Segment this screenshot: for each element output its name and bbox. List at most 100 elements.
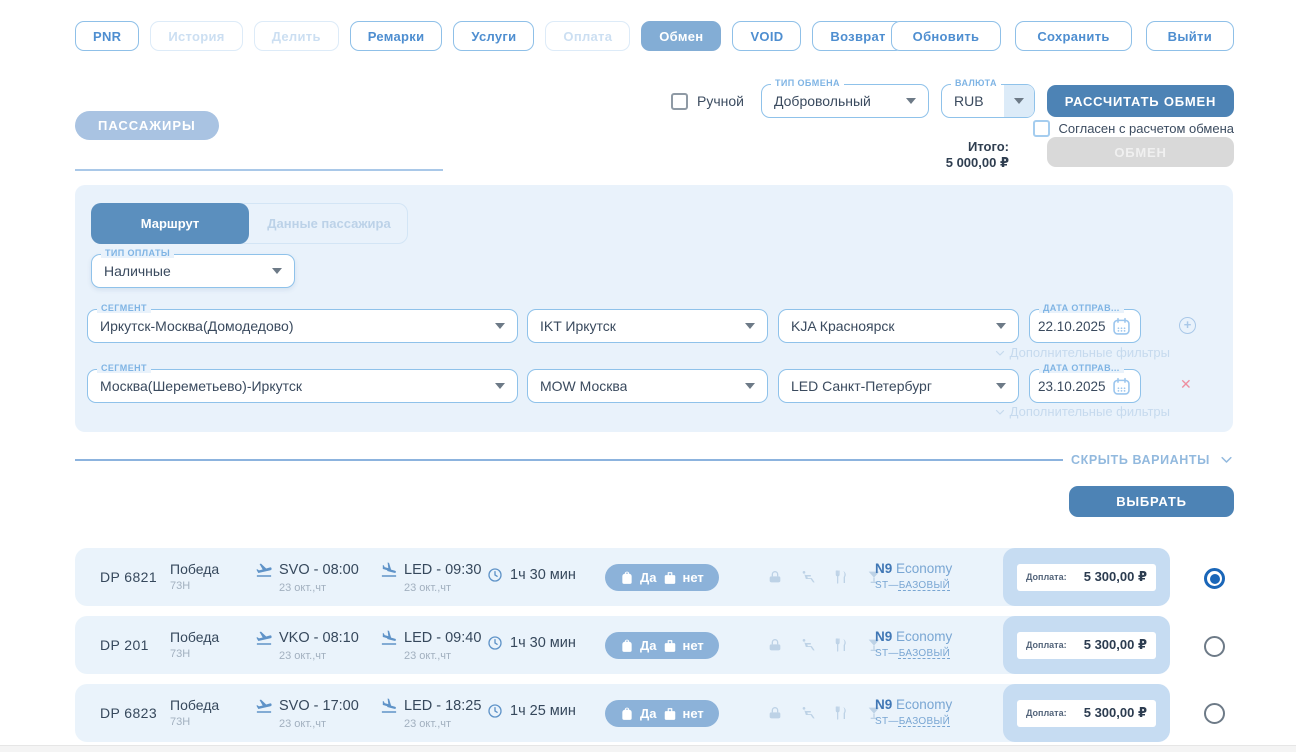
- calendar-icon[interactable]: [1111, 316, 1132, 337]
- booking-class: N9: [875, 697, 892, 712]
- class-block: N9 Economy ST—БАЗОВЫЙ: [875, 697, 952, 727]
- agree-group: Согласен с расчетом обмена: [1033, 120, 1234, 137]
- departure-info: SVO - 08:00: [279, 562, 359, 578]
- tab-route[interactable]: Маршрут: [91, 203, 249, 244]
- departure-block: VKO - 08:10 23 окт.,чт: [255, 629, 359, 662]
- agree-checkbox[interactable]: [1033, 120, 1050, 137]
- segment-2-filters-link[interactable]: Дополнительные фильтры: [75, 404, 1170, 419]
- total-row: Итого: 5 000,00 ₽ ОБМЕН: [946, 137, 1234, 171]
- segment-1-filters-link[interactable]: Дополнительные фильтры: [75, 345, 1170, 360]
- surcharge-label: Доплата:: [1026, 572, 1067, 582]
- departure-date: 23 окт.,чт: [279, 650, 359, 662]
- currency-label: ВАЛЮТА: [951, 78, 1001, 88]
- flight-row[interactable]: DP 6823 Победа 73H SVO - 17:00 23 окт.,ч…: [75, 684, 1170, 742]
- fare-link[interactable]: БАЗОВЫЙ: [899, 580, 950, 591]
- tab-split[interactable]: Делить: [254, 21, 339, 51]
- amenity-icons: [767, 705, 882, 721]
- baggage-no-label: нет: [683, 638, 704, 653]
- amenity-icons: [767, 569, 882, 585]
- airline-block: Победа 73H: [170, 629, 219, 660]
- calculate-exchange-button[interactable]: РАССЧИТАТЬ ОБМЕН: [1047, 85, 1234, 117]
- suitcase-icon: [663, 639, 677, 653]
- arrival-info: LED - 18:25: [404, 698, 481, 714]
- cabin-name: Economy: [896, 629, 952, 644]
- chevron-down-icon: [996, 323, 1006, 329]
- chevron-down-icon: [745, 323, 755, 329]
- flight-number: DP 6821: [100, 569, 157, 585]
- tab-services[interactable]: Услуги: [453, 21, 534, 51]
- chevron-down-icon: [495, 323, 505, 329]
- agree-label: Согласен с расчетом обмена: [1059, 121, 1234, 136]
- clock-icon: [487, 567, 503, 583]
- duration-value: 1ч 30 мин: [510, 567, 576, 583]
- baggage-yes-label: Да: [640, 570, 657, 585]
- baggage-yes-label: Да: [640, 706, 657, 721]
- tab-payment[interactable]: Оплата: [545, 21, 630, 51]
- flight-2-radio[interactable]: [1204, 636, 1225, 657]
- suitcase-icon: [663, 707, 677, 721]
- surcharge-box: Доплата: 5 300,00 ₽: [1017, 564, 1156, 591]
- exchange-type-value: Добровольный: [774, 93, 871, 109]
- from-value: IKT Иркутск: [540, 318, 616, 334]
- arrival-info: LED - 09:40: [404, 630, 481, 646]
- surcharge-value: 5 300,00 ₽: [1084, 705, 1147, 721]
- class-block: N9 Economy ST—БАЗОВЫЙ: [875, 629, 952, 659]
- segment-2-date-field[interactable]: ДАТА ОТПРАВ... 23.10.2025: [1029, 369, 1141, 403]
- date-label: ДАТА ОТПРАВ...: [1039, 363, 1124, 373]
- tab-history[interactable]: История: [150, 21, 242, 51]
- flight-3-radio[interactable]: [1204, 703, 1225, 724]
- refresh-button[interactable]: Обновить: [891, 21, 1002, 51]
- manual-checkbox[interactable]: [671, 93, 688, 110]
- exchange-button[interactable]: ОБМЕН: [1047, 137, 1234, 167]
- segment-1-select[interactable]: СЕГМЕНТ Иркутск-Москва(Домодедово): [87, 309, 518, 343]
- arrival-block: LED - 09:40 23 окт.,чт: [380, 629, 481, 662]
- segment-1-from-select[interactable]: IKT Иркутск: [527, 309, 768, 343]
- segment-value: Иркутск-Москва(Домодедово): [100, 318, 294, 334]
- save-button[interactable]: Сохранить: [1015, 21, 1131, 51]
- fare-link[interactable]: БАЗОВЫЙ: [899, 716, 950, 727]
- exchange-type-select[interactable]: ТИП ОБМЕНА Добровольный: [761, 84, 929, 118]
- calendar-icon[interactable]: [1111, 376, 1132, 397]
- flight-number: DP 6823: [100, 705, 157, 721]
- to-value: LED Санкт-Петербург: [791, 378, 932, 394]
- arrival-date: 23 окт.,чт: [404, 650, 481, 662]
- payment-type-label: ТИП ОПЛАТЫ: [101, 248, 174, 258]
- remove-segment-button[interactable]: ✕: [1180, 376, 1192, 393]
- segment-1-date-field[interactable]: ДАТА ОТПРАВ... 22.10.2025: [1029, 309, 1141, 343]
- tab-exchange[interactable]: Обмен: [641, 21, 721, 51]
- takeoff-icon: [255, 561, 273, 579]
- total-value: 5 000,00 ₽: [946, 155, 1009, 171]
- passengers-pill[interactable]: ПАССАЖИРЫ: [75, 111, 219, 140]
- exchange-type-label: ТИП ОБМЕНА: [771, 78, 844, 88]
- toolbar-left: PNR История Делить Ремарки Услуги Оплата…: [75, 21, 904, 51]
- select-button[interactable]: ВЫБРАТЬ: [1069, 486, 1234, 517]
- surcharge-label: Доплата:: [1026, 640, 1067, 650]
- clock-icon: [487, 635, 503, 651]
- takeoff-icon: [255, 697, 273, 715]
- meal-icon: [833, 637, 849, 653]
- flight-row[interactable]: DP 6821 Победа 73H SVO - 08:00 23 окт.,ч…: [75, 548, 1170, 606]
- segment-2-select[interactable]: СЕГМЕНТ Москва(Шереметьево)-Иркутск: [87, 369, 518, 403]
- hide-variants-link[interactable]: СКРЫТЬ ВАРИАНТЫ: [1071, 452, 1234, 467]
- tab-remarks[interactable]: Ремарки: [350, 21, 443, 51]
- flight-1-radio[interactable]: [1204, 568, 1225, 589]
- add-segment-button[interactable]: +: [1179, 317, 1196, 334]
- segment-2-to-select[interactable]: LED Санкт-Петербург: [778, 369, 1019, 403]
- panel-tabs: Маршрут Данные пассажира: [91, 203, 408, 244]
- arrival-info: LED - 09:30: [404, 562, 481, 578]
- flight-row[interactable]: DP 201 Победа 73H VKO - 08:10 23 окт.,чт…: [75, 616, 1170, 674]
- payment-type-select[interactable]: ТИП ОПЛАТЫ Наличные: [91, 254, 295, 288]
- to-value: KJA Красноярск: [791, 318, 895, 334]
- fare-link[interactable]: БАЗОВЫЙ: [899, 648, 950, 659]
- segment-1-to-select[interactable]: KJA Красноярск: [778, 309, 1019, 343]
- segment-2-from-select[interactable]: MOW Москва: [527, 369, 768, 403]
- tab-void[interactable]: VOID: [732, 21, 801, 51]
- total-block: Итого: 5 000,00 ₽: [946, 137, 1009, 171]
- exit-button[interactable]: Выйти: [1146, 21, 1234, 51]
- tab-pnr[interactable]: PNR: [75, 21, 139, 51]
- landing-icon: [380, 697, 398, 715]
- clock-icon: [487, 703, 503, 719]
- departure-info: VKO - 08:10: [279, 630, 359, 646]
- tab-passenger-data[interactable]: Данные пассажира: [249, 204, 409, 243]
- currency-select[interactable]: ВАЛЮТА RUB: [941, 84, 1035, 118]
